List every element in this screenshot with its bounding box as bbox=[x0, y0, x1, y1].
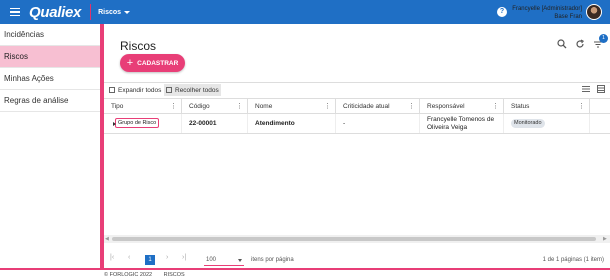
scroll-left-icon[interactable]: ◀ bbox=[105, 236, 109, 242]
header-divider bbox=[90, 4, 92, 20]
status-badge: Monitorado bbox=[511, 118, 545, 128]
module-label: Riscos bbox=[98, 8, 122, 16]
page-info: 1 de 1 páginas (1 item) bbox=[542, 257, 604, 263]
page-size-value: 100 bbox=[206, 257, 217, 263]
responsible-line-2: Oliveira Veiga bbox=[427, 124, 468, 131]
collapse-all-button[interactable]: Recolher todos bbox=[164, 84, 221, 96]
column-menu-icon[interactable]: ⋮ bbox=[578, 99, 585, 114]
expand-row-icon[interactable] bbox=[113, 122, 116, 126]
module-selector[interactable]: Riscos bbox=[98, 8, 131, 16]
column-menu-icon[interactable]: ⋮ bbox=[170, 99, 177, 114]
column-header-responsavel[interactable]: Responsável ⋮ bbox=[420, 99, 504, 113]
cell-criticidade: - bbox=[336, 114, 420, 133]
avatar[interactable] bbox=[586, 4, 602, 20]
filter-count-badge: 1 bbox=[599, 34, 608, 43]
page-size-select[interactable]: 100 bbox=[204, 255, 244, 266]
chevron-down-icon bbox=[124, 10, 131, 14]
next-page-icon[interactable]: › bbox=[166, 254, 168, 261]
expand-all-label: Expandir todos bbox=[118, 86, 162, 94]
column-header-status[interactable]: Status ⋮ bbox=[504, 99, 590, 113]
sidebar-item-incidencias[interactable]: Incidências bbox=[0, 24, 100, 46]
table-header: Tipo ⋮ Código ⋮ Nome ⋮ Criticidade atual ⋮ R… bbox=[104, 98, 610, 114]
sidebar-item-minhas-acoes[interactable]: Minhas Ações bbox=[0, 68, 100, 90]
column-menu-icon[interactable]: ⋮ bbox=[236, 99, 243, 114]
create-button[interactable]: + CADASTRAR bbox=[120, 54, 185, 72]
column-header-tipo[interactable]: Tipo ⋮ bbox=[104, 99, 182, 113]
page-number-button[interactable]: 1 bbox=[145, 255, 155, 265]
column-menu-icon[interactable]: ⋮ bbox=[492, 99, 499, 114]
cell-status: Monitorado bbox=[504, 114, 590, 133]
help-icon[interactable]: ? bbox=[497, 7, 507, 17]
plus-icon: + bbox=[126, 57, 134, 69]
cell-nome: Atendimento bbox=[248, 114, 336, 133]
user-info[interactable]: Francyelle [Administrador] Base Fran bbox=[512, 5, 582, 21]
list-view-icon[interactable] bbox=[582, 85, 590, 95]
page-size-label: itens por página bbox=[251, 257, 294, 263]
type-chip: Grupo de Risco bbox=[115, 118, 160, 129]
sidebar-item-riscos[interactable]: Riscos bbox=[0, 46, 100, 68]
column-header-criticidade[interactable]: Criticidade atual ⋮ bbox=[336, 99, 420, 113]
column-label: Criticidade atual bbox=[343, 103, 390, 110]
search-icon[interactable] bbox=[557, 39, 567, 49]
sidebar: Incidências Riscos Minhas Ações Regras d… bbox=[0, 24, 104, 272]
prev-page-icon[interactable]: ‹ bbox=[128, 254, 130, 261]
column-label: Responsável bbox=[427, 103, 465, 110]
cell-tipo: Grupo de Risco bbox=[104, 114, 182, 133]
horizontal-scrollbar[interactable]: ◀ ▶ bbox=[104, 235, 610, 243]
chevron-down-icon bbox=[238, 259, 242, 262]
collapse-all-label: Recolher todos bbox=[175, 86, 219, 94]
app-logo[interactable]: Qualiex bbox=[29, 4, 81, 21]
refresh-icon[interactable] bbox=[575, 39, 585, 49]
collapse-icon bbox=[166, 87, 172, 93]
column-header-nome[interactable]: Nome ⋮ bbox=[248, 99, 336, 113]
first-page-icon[interactable]: |‹ bbox=[110, 254, 114, 261]
cell-codigo: 22-00001 bbox=[182, 114, 248, 133]
expand-icon bbox=[109, 87, 115, 93]
cell-responsavel: Francyelle Tomenos de Oliveira Veiga bbox=[420, 114, 504, 133]
column-header-codigo[interactable]: Código ⋮ bbox=[182, 99, 248, 113]
menu-icon[interactable] bbox=[10, 7, 20, 17]
scroll-right-icon[interactable]: ▶ bbox=[603, 236, 607, 242]
responsible-line-1: Francyelle Tomenos de bbox=[427, 116, 495, 123]
column-label: Status bbox=[511, 103, 530, 110]
footer-module: RISCOS bbox=[163, 272, 185, 278]
scrollbar-thumb[interactable] bbox=[112, 237, 596, 241]
column-label: Nome bbox=[255, 103, 273, 110]
columns-icon[interactable] bbox=[597, 85, 605, 95]
user-name: Francyelle [Administrador] bbox=[512, 6, 582, 12]
column-menu-icon[interactable]: ⋮ bbox=[408, 99, 415, 114]
column-label: Código bbox=[189, 103, 210, 110]
column-menu-icon[interactable]: ⋮ bbox=[324, 99, 331, 114]
pagination: |‹ ‹ 1 › ›| 100 itens por página 1 de 1 … bbox=[104, 252, 610, 268]
footer-copyright: © FORLOGIC 2022 bbox=[104, 272, 153, 278]
user-base: Base Fran bbox=[554, 14, 582, 20]
create-button-label: CADASTRAR bbox=[137, 59, 179, 67]
expand-all-button[interactable]: Expandir todos bbox=[107, 84, 163, 96]
main-content: Riscos 1 + CADASTRAR Expandir todos Reco… bbox=[104, 24, 610, 272]
sidebar-item-regras-de-analise[interactable]: Regras de análise bbox=[0, 90, 100, 112]
page-title: Riscos bbox=[120, 39, 157, 53]
column-label: Tipo bbox=[111, 103, 124, 110]
table-toolbar: Expandir todos Recolher todos bbox=[104, 82, 610, 96]
table-row[interactable]: Grupo de Risco 22-00001 Atendimento - Fr… bbox=[104, 114, 610, 134]
last-page-icon[interactable]: ›| bbox=[182, 254, 186, 261]
footer: © FORLOGIC 2022 RISCOS bbox=[0, 268, 610, 280]
